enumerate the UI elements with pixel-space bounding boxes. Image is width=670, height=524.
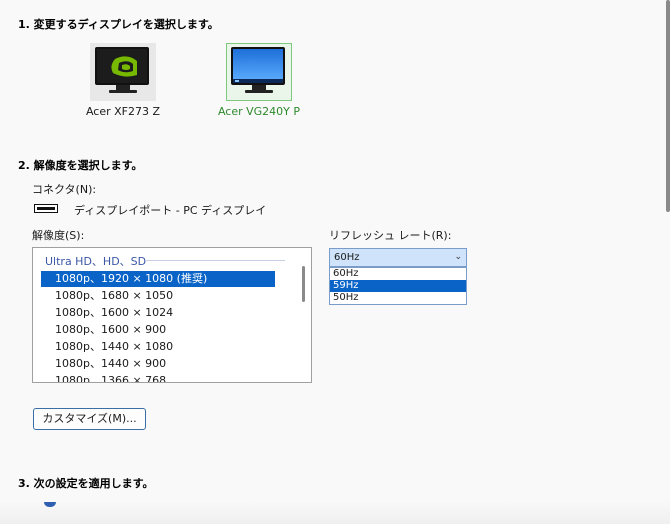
connector-value: ディスプレイポート - PC ディスプレイ xyxy=(74,204,267,217)
connector-label: コネクタ(N): xyxy=(32,183,97,196)
resolution-item[interactable]: 1080p、1680 × 1050 xyxy=(41,288,275,304)
chevron-down-icon: ⌄ xyxy=(454,252,462,262)
customize-button[interactable]: カスタマイズ(M)... xyxy=(33,408,146,430)
resolution-item[interactable]: 1080p、1600 × 1024 xyxy=(41,305,275,321)
refresh-option[interactable]: 60Hz xyxy=(330,268,466,280)
monitor-label: Acer XF273 Z xyxy=(85,105,161,118)
refresh-rate-dropdown[interactable]: 60Hz ⌄ xyxy=(329,248,467,267)
refresh-rate-options: 60Hz 59Hz 50Hz xyxy=(329,267,467,305)
resolution-group-header: Ultra HD、HD、SD xyxy=(45,255,147,268)
resolution-item[interactable]: 1080p、1600 × 900 xyxy=(41,322,275,338)
refresh-option[interactable]: 59Hz xyxy=(330,280,466,292)
refresh-option[interactable]: 50Hz xyxy=(330,292,466,304)
resolution-item[interactable]: 1080p、1920 × 1080 (推奨) xyxy=(41,271,275,287)
display-settings-page: 1. 変更するディスプレイを選択します。 Acer XF273 Z Acer V… xyxy=(0,0,670,524)
page-bottom-fade xyxy=(0,500,670,524)
section1-title: 1. 変更するディスプレイを選択します。 xyxy=(18,18,219,31)
section2-title: 2. 解像度を選択します。 xyxy=(18,159,143,172)
displayport-icon xyxy=(34,204,58,213)
refresh-rate-label: リフレッシュ レート(R): xyxy=(329,229,452,242)
group-divider xyxy=(145,260,285,261)
resolution-label: 解像度(S): xyxy=(32,229,85,242)
section3-title: 3. 次の設定を適用します。 xyxy=(18,477,154,490)
resolution-listbox[interactable]: Ultra HD、HD、SD 1080p、1920 × 1080 (推奨) 10… xyxy=(32,247,312,383)
monitor-acer-xf273z[interactable]: Acer XF273 Z xyxy=(68,43,178,118)
refresh-rate-current: 60Hz xyxy=(334,252,360,263)
resolution-item[interactable]: 1080p、1366 × 768 xyxy=(41,373,275,382)
resolution-item[interactable]: 1080p、1440 × 1080 xyxy=(41,339,275,355)
resolution-list-scrollbar[interactable] xyxy=(302,266,305,302)
windows-desktop-icon xyxy=(233,49,283,83)
monitor-acer-vg240yp[interactable]: Acer VG240Y P xyxy=(204,43,314,118)
page-scrollbar[interactable] xyxy=(666,0,670,212)
monitor-label: Acer VG240Y P xyxy=(217,105,301,118)
nvidia-logo-icon xyxy=(97,49,147,83)
resolution-item[interactable]: 1080p、1440 × 900 xyxy=(41,356,275,372)
